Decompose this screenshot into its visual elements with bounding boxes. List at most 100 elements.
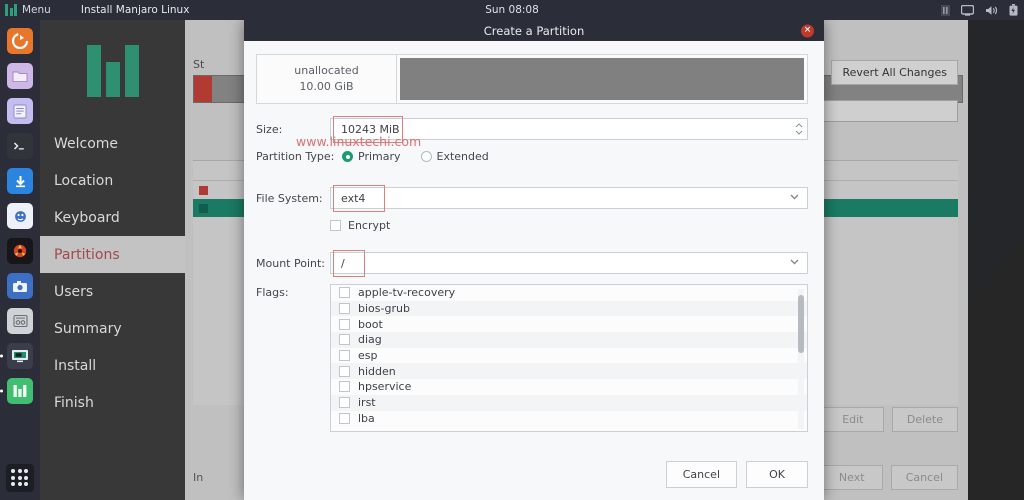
size-spinner[interactable] bbox=[795, 119, 803, 139]
screenshot-icon[interactable] bbox=[7, 273, 33, 299]
sidebar-item-label: Location bbox=[54, 172, 114, 189]
dialog-cancel-button[interactable]: Cancel bbox=[665, 460, 737, 488]
list-item[interactable]: hpservice bbox=[331, 379, 807, 395]
download-manager-icon[interactable] bbox=[7, 168, 33, 194]
list-item[interactable]: lba bbox=[331, 411, 807, 427]
list-item[interactable]: boot bbox=[331, 316, 807, 332]
partition-type-row: Partition Type: Primary Extended bbox=[256, 150, 808, 163]
radio-primary-indicator bbox=[342, 151, 353, 162]
list-item[interactable]: irst bbox=[331, 394, 807, 411]
flag-checkbox[interactable] bbox=[339, 381, 350, 393]
watermark: www.linuxtechi.com bbox=[296, 134, 422, 149]
sidebar-item-label: Install bbox=[54, 357, 97, 374]
terminal-icon[interactable] bbox=[7, 133, 33, 159]
display-icon[interactable] bbox=[961, 4, 974, 16]
mount-point-select[interactable]: / bbox=[330, 250, 808, 277]
sidebar-item-finish[interactable]: Finish bbox=[40, 384, 185, 421]
sidebar-item-label: Partitions bbox=[54, 246, 120, 263]
radio-extended-label: Extended bbox=[436, 150, 489, 163]
file-manager-icon[interactable] bbox=[7, 63, 33, 89]
flags-scrollbar-thumb[interactable] bbox=[798, 295, 804, 353]
cancel-button[interactable]: Cancel bbox=[890, 465, 958, 490]
list-item[interactable]: hidden bbox=[331, 363, 807, 380]
radio-extended[interactable]: Extended bbox=[420, 150, 489, 163]
text-editor-icon[interactable] bbox=[7, 98, 33, 124]
settings-icon[interactable] bbox=[7, 308, 33, 334]
file-system-row: File System: ext4 bbox=[256, 185, 808, 212]
battery-icon[interactable] bbox=[1009, 4, 1018, 16]
web-browser-icon[interactable] bbox=[7, 28, 33, 54]
sidebar-item-label: Welcome bbox=[54, 135, 119, 152]
sidebar-item-keyboard[interactable]: Keyboard bbox=[40, 199, 185, 236]
manjaro-installer-icon[interactable] bbox=[7, 378, 33, 404]
sidebar-item-label: Users bbox=[54, 283, 94, 300]
radio-extended-indicator bbox=[420, 151, 432, 162]
flag-label: diag bbox=[358, 333, 382, 347]
flag-checkbox[interactable] bbox=[339, 334, 350, 346]
dialog-title-bar: Create a Partition ✕ bbox=[244, 20, 824, 41]
menu-label: Menu bbox=[22, 4, 51, 16]
activity-monitor-icon[interactable] bbox=[941, 4, 950, 16]
storage-label: St bbox=[193, 58, 205, 71]
flag-label: apple-tv-recovery bbox=[358, 286, 456, 300]
list-item[interactable]: esp bbox=[331, 348, 807, 364]
sidebar-item-install[interactable]: Install bbox=[40, 347, 185, 384]
sidebar-item-welcome[interactable]: Welcome bbox=[40, 125, 185, 162]
dialog-title: Create a Partition bbox=[483, 23, 585, 38]
list-item[interactable]: diag bbox=[331, 332, 807, 348]
flag-checkbox[interactable] bbox=[339, 287, 350, 299]
flag-checkbox[interactable] bbox=[339, 397, 350, 409]
flags-scrollbar[interactable] bbox=[798, 289, 804, 429]
flag-checkbox[interactable] bbox=[339, 365, 350, 377]
file-system-value: ext4 bbox=[341, 191, 366, 205]
list-item[interactable]: apple-tv-recovery bbox=[331, 285, 807, 301]
revert-all-changes-button[interactable]: Revert All Changes bbox=[831, 60, 958, 85]
taskbar-item-installer[interactable]: Install Manjaro Linux bbox=[73, 2, 198, 18]
sidebar-item-summary[interactable]: Summary bbox=[40, 310, 185, 347]
sidebar-item-partitions[interactable]: Partitions bbox=[40, 236, 185, 273]
flag-label: boot bbox=[358, 317, 383, 331]
create-partition-dialog: Create a Partition ✕ unallocated 10.00 G… bbox=[244, 20, 824, 500]
flag-label: bios-grub bbox=[358, 302, 410, 316]
flag-checkbox[interactable] bbox=[339, 303, 350, 315]
menu-button[interactable]: Menu bbox=[0, 4, 51, 16]
close-icon[interactable]: ✕ bbox=[801, 24, 814, 37]
app-launcher-grid-icon[interactable] bbox=[6, 464, 34, 492]
file-system-label: File System: bbox=[256, 191, 323, 205]
next-button[interactable]: Next bbox=[820, 465, 883, 490]
flag-label: irst bbox=[358, 396, 376, 410]
dialog-body: unallocated 10.00 GiB Size: 10243 MiB Pa… bbox=[244, 41, 824, 448]
edit-button[interactable]: Edit bbox=[821, 407, 884, 432]
footer-text: In bbox=[193, 471, 204, 484]
encrypt-checkbox[interactable] bbox=[330, 220, 341, 231]
flags-list[interactable]: apple-tv-recovery bios-grub boot diag es… bbox=[330, 284, 808, 432]
display-settings-icon[interactable] bbox=[7, 343, 33, 369]
sidebar-item-label: Summary bbox=[54, 320, 122, 337]
list-item[interactable]: bios-grub bbox=[331, 300, 807, 317]
sidebar-item-label: Finish bbox=[54, 394, 94, 411]
partition-color-swatch bbox=[199, 203, 208, 213]
preview-label: unallocated bbox=[294, 64, 359, 78]
desktop-root: Menu Install Manjaro Linux Sun 08:08 Wel… bbox=[0, 0, 1024, 500]
radio-primary[interactable]: Primary bbox=[342, 150, 401, 163]
flag-checkbox[interactable] bbox=[339, 412, 350, 424]
volume-icon[interactable] bbox=[985, 5, 998, 16]
media-app-icon[interactable] bbox=[7, 238, 33, 264]
dialog-ok-button[interactable]: OK bbox=[746, 460, 808, 488]
chevron-down-icon bbox=[790, 193, 799, 203]
encrypt-row[interactable]: Encrypt bbox=[330, 219, 808, 232]
sidebar-item-location[interactable]: Location bbox=[40, 162, 185, 199]
device-select[interactable] bbox=[818, 100, 958, 122]
sidebar-item-users[interactable]: Users bbox=[40, 273, 185, 310]
flag-checkbox[interactable] bbox=[339, 350, 350, 362]
file-system-select[interactable]: ext4 bbox=[330, 185, 808, 212]
browser-alt-icon[interactable] bbox=[7, 203, 33, 229]
partition-color-swatch bbox=[199, 185, 208, 195]
chevron-down-icon bbox=[790, 258, 799, 268]
flag-checkbox[interactable] bbox=[339, 318, 350, 330]
delete-button[interactable]: Delete bbox=[891, 407, 958, 432]
preview-remaining-block bbox=[400, 58, 804, 100]
preview-unallocated-block[interactable]: unallocated 10.00 GiB bbox=[257, 55, 397, 103]
encrypt-label: Encrypt bbox=[348, 219, 391, 232]
partition-type-label: Partition Type: bbox=[256, 150, 335, 163]
